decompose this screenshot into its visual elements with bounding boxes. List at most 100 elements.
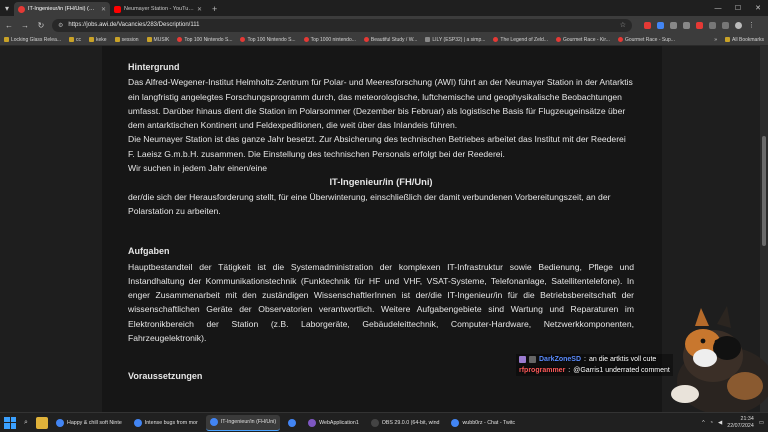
bookmark-item[interactable]: Locking Glass Relea...: [4, 37, 61, 43]
address-bar[interactable]: ⚙ https://jobs.awi.de/Vacancies/283/Desc…: [52, 18, 632, 32]
reload-icon[interactable]: ↻: [36, 21, 46, 30]
url-text: https://jobs.awi.de/Vacancies/283/Descri…: [68, 22, 200, 28]
app-icon: [370, 418, 379, 427]
app-icon: [209, 418, 218, 426]
extensions-area: ⋮: [644, 21, 755, 29]
bookmark-item[interactable]: The Legend of Zeld...: [493, 37, 548, 43]
youtube-icon: [617, 37, 623, 42]
taskbar-app[interactable]: Intense bugs from mor: [130, 415, 202, 431]
bookmark-item[interactable]: LILY (ESP32) | a simp...: [425, 37, 485, 43]
tasks-paragraph: Hauptbestandteil der Tätigkeit ist die S…: [128, 261, 634, 344]
tray-chevron-icon[interactable]: ^: [702, 420, 705, 426]
bookmark-item[interactable]: Top 100 Nintendo S...: [177, 37, 232, 43]
windows-start-icon[interactable]: [4, 416, 16, 429]
taskbar-app[interactable]: IT-Ingenieur/in (FH/Uni): [205, 414, 281, 431]
search-icon[interactable]: ⌕: [20, 417, 32, 429]
extension-icon[interactable]: [696, 21, 703, 29]
taskbar-app[interactable]: WebApplication1: [304, 415, 363, 431]
bookmark-item[interactable]: Gourmet Race - Kir...: [555, 36, 610, 43]
chat-text: @Garris1 underrated comment: [573, 367, 670, 374]
extension-icon[interactable]: [644, 21, 651, 29]
close-tab-icon[interactable]: ✕: [197, 6, 202, 13]
clock-time: 21:34: [740, 415, 754, 422]
bookmark-item[interactable]: Top 100 Nintendo S...: [240, 36, 296, 43]
bookmark-label: cc: [76, 36, 82, 43]
maximize-icon[interactable]: ☐: [728, 4, 748, 12]
wifi-icon[interactable]: ◔: [710, 420, 713, 426]
clock[interactable]: 21:34 22/07/2024: [727, 416, 754, 430]
file-explorer-icon[interactable]: [36, 416, 48, 429]
taskbar-app-label: Happy & chill soft Ninte: [67, 419, 122, 426]
app-icon: [308, 418, 317, 427]
clock-date: 22/07/2024: [727, 422, 754, 429]
bookmark-item[interactable]: Top 1000 nintendo...: [303, 36, 356, 43]
chat-message: rfprogrammer: @Garris1 underrated commen…: [516, 365, 673, 376]
scrollbar-thumb[interactable]: [762, 136, 766, 246]
close-window-icon[interactable]: ✕: [748, 4, 768, 12]
bookmark-label: Top 1000 nintendo...: [310, 36, 356, 43]
folder-icon: [89, 37, 95, 42]
chat-text: an die artktis voll cute: [588, 356, 657, 363]
bookmark-star-icon[interactable]: ☆: [620, 21, 626, 29]
windows-taskbar: ⌕ Happy & chill soft Ninte Intense bugs f…: [0, 412, 768, 432]
search-intro-text: Wir suchen in jedem Jahr einen/eine: [128, 163, 268, 174]
back-icon[interactable]: ←: [4, 21, 14, 30]
browser-tab-bar: ▾ IT-Ingenieur/in (FH/Uni) (Über... ✕ Ne…: [0, 0, 768, 16]
bookmark-label: MUSIK: [153, 36, 170, 43]
stream-chat-overlay: DarkZoneSD: an die artktis voll cute rfp…: [516, 354, 673, 376]
taskbar-app[interactable]: OBS 29.0.0 (64-bit, wind: [367, 415, 444, 431]
taskbar-app[interactable]: Happy & chill soft Ninte: [52, 415, 126, 431]
all-bookmarks-folder[interactable]: All Bookmarks: [725, 37, 764, 43]
taskbar-app-label: WebApplication1: [319, 419, 359, 426]
window-controls: — ☐ ✕: [708, 0, 768, 16]
chat-username: rfprogrammer: [519, 367, 566, 374]
extension-icon[interactable]: [683, 21, 690, 29]
taskbar-app[interactable]: [284, 415, 300, 431]
more-bookmarks-icon[interactable]: »: [714, 37, 717, 43]
bookmark-label: Gourmet Race - Sup...: [624, 36, 675, 43]
job-title: IT-Ingenieur/in (FH/Uni): [329, 176, 433, 188]
tab-job-posting[interactable]: IT-Ingenieur/in (FH/Uni) (Über... ✕: [14, 2, 110, 16]
bookmark-item[interactable]: Beautiful Study / W...: [363, 36, 418, 43]
minimize-icon[interactable]: —: [708, 5, 728, 12]
bookmark-item[interactable]: MUSIK: [146, 36, 170, 43]
taskbar-app-label: Intense bugs from mor: [144, 419, 198, 426]
taskbar-app-label: IT-Ingenieur/in (FH/Uni): [220, 419, 277, 425]
volume-icon[interactable]: ◀: [718, 420, 722, 426]
new-tab-icon[interactable]: +: [206, 2, 223, 16]
tab-search-icon[interactable]: ▾: [0, 2, 14, 16]
close-tab-icon[interactable]: ✕: [101, 6, 106, 13]
page-viewport: Hintergrund Das Alfred-Wegener-Institut …: [0, 46, 768, 412]
bookmark-label: Beautiful Study / W...: [370, 36, 418, 43]
bookmark-label: Top 100 Nintendo S...: [247, 36, 296, 43]
extensions-puzzle-icon[interactable]: [709, 21, 716, 29]
chat-username: DarkZoneSD: [539, 356, 582, 363]
folder-icon: [146, 37, 152, 42]
app-icon: [288, 418, 297, 427]
bookmark-item[interactable]: Gourmet Race - Sup...: [617, 36, 675, 43]
split-view-icon[interactable]: [722, 21, 729, 29]
app-icon: [133, 418, 142, 427]
bookmark-label: Gourmet Race - Kir...: [562, 36, 610, 43]
site-info-icon[interactable]: ⚙: [58, 22, 63, 29]
section-heading-background: Hintergrund: [128, 62, 180, 72]
background-paragraph: Das Alfred-Wegener-Institut Helmholtz-Ze…: [128, 77, 633, 131]
tab-title: Neumayer Station - YouTube: [124, 6, 194, 12]
tab-youtube[interactable]: Neumayer Station - YouTube ✕: [110, 2, 206, 16]
profile-avatar-icon[interactable]: [735, 21, 742, 29]
forward-icon[interactable]: →: [20, 21, 30, 30]
page-icon: [425, 37, 431, 42]
bookmark-item[interactable]: session: [114, 37, 139, 43]
chat-message: DarkZoneSD: an die artktis voll cute: [516, 354, 673, 365]
taskbar-app-label: OBS 29.0.0 (64-bit, wind: [381, 419, 440, 426]
notifications-icon[interactable]: ▭: [759, 420, 764, 426]
extension-icon[interactable]: [657, 21, 664, 29]
bookmark-item[interactable]: cc: [69, 37, 81, 43]
bookmark-label: The Legend of Zeld...: [500, 36, 548, 43]
taskbar-app[interactable]: wubb0rz - Chat - Twitc: [447, 415, 519, 431]
extension-icon[interactable]: [670, 21, 677, 29]
chat-badge-icon: [529, 356, 536, 363]
chat-badge-icon: [519, 356, 526, 363]
bookmark-item[interactable]: keke: [89, 37, 107, 43]
menu-kebab-icon[interactable]: ⋮: [748, 22, 755, 29]
